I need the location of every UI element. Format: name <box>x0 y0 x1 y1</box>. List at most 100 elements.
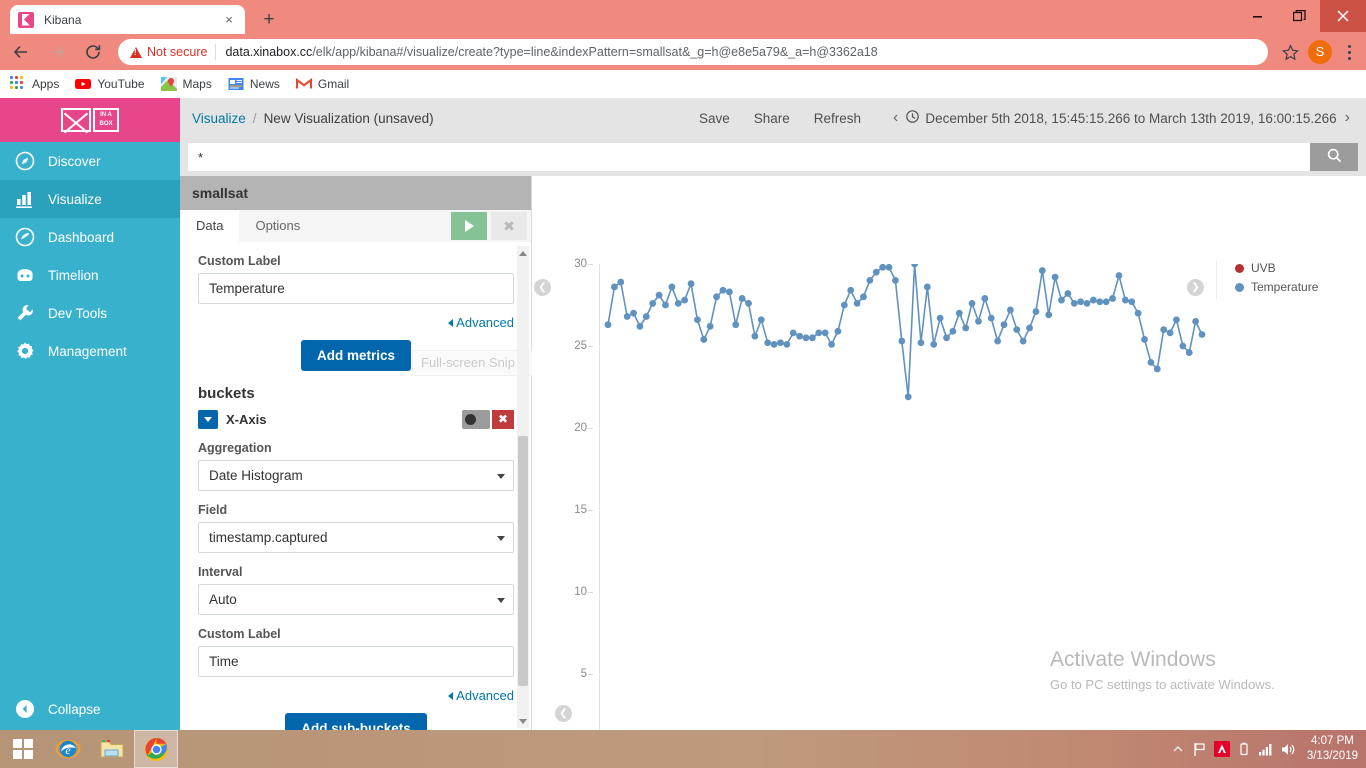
data-point[interactable] <box>1147 359 1155 366</box>
data-point[interactable] <box>713 293 720 301</box>
data-point[interactable] <box>649 299 657 307</box>
data-point[interactable] <box>687 280 695 288</box>
data-point[interactable] <box>879 264 887 271</box>
data-point[interactable] <box>1198 331 1206 338</box>
security-status[interactable]: Not secure <box>130 45 207 59</box>
data-point[interactable] <box>1109 295 1116 302</box>
data-point[interactable] <box>783 340 791 348</box>
data-point[interactable] <box>1038 267 1046 274</box>
interval-select[interactable]: Auto <box>198 584 514 615</box>
bookmark-news[interactable]: News <box>228 76 280 92</box>
sidebar-item-timelion[interactable]: Timelion <box>0 256 180 294</box>
refresh-button[interactable]: Refresh <box>814 111 861 126</box>
data-point[interactable] <box>872 268 880 276</box>
data-point[interactable] <box>847 286 855 294</box>
data-point[interactable] <box>725 288 733 296</box>
save-button[interactable]: Save <box>699 111 730 126</box>
action-center-flag-icon[interactable] <box>1189 730 1211 768</box>
data-point[interactable] <box>604 321 612 329</box>
data-point[interactable] <box>975 318 982 325</box>
apply-changes-button[interactable] <box>451 212 487 240</box>
data-point[interactable] <box>1192 318 1200 325</box>
data-point[interactable] <box>1121 296 1129 304</box>
data-point[interactable] <box>1166 329 1174 337</box>
bookmark-youtube[interactable]: YouTube <box>75 76 145 92</box>
chrome-menu-button[interactable] <box>1336 37 1362 67</box>
data-point[interactable] <box>694 316 701 324</box>
data-point[interactable] <box>630 309 637 317</box>
metric-custom-label-input[interactable] <box>198 273 514 304</box>
data-point[interactable] <box>1115 272 1123 279</box>
forward-button[interactable] <box>42 37 72 67</box>
data-point[interactable] <box>815 329 823 337</box>
data-point[interactable] <box>681 296 689 304</box>
data-point[interactable] <box>777 339 784 347</box>
data-point[interactable] <box>917 339 925 347</box>
data-point[interactable] <box>1083 299 1091 307</box>
time-next-button[interactable]: › <box>1337 109 1358 127</box>
data-point[interactable] <box>1019 337 1027 345</box>
data-point[interactable] <box>1045 311 1053 319</box>
aggregation-select[interactable]: Date Histogram <box>198 460 514 491</box>
volume-icon[interactable] <box>1277 730 1299 768</box>
data-point[interactable] <box>719 286 727 294</box>
data-point[interactable] <box>1000 321 1008 329</box>
bookmark-gmail[interactable]: Gmail <box>295 76 349 92</box>
data-point[interactable] <box>1102 298 1110 306</box>
data-point[interactable] <box>1026 324 1033 332</box>
show-hidden-icons-icon[interactable] <box>1167 730 1189 768</box>
data-point[interactable] <box>866 277 874 284</box>
bookmark-star-icon[interactable] <box>1276 39 1304 65</box>
maximize-restore-button[interactable] <box>1278 0 1320 32</box>
back-button[interactable] <box>6 37 36 67</box>
collapse-editor-chevron-icon[interactable]: ❮ <box>534 279 551 296</box>
data-point[interactable] <box>943 334 950 342</box>
metric-advanced-toggle[interactable]: Advanced <box>448 315 514 330</box>
scroll-up-icon[interactable] <box>518 247 528 259</box>
data-point[interactable] <box>636 322 644 330</box>
data-point[interactable] <box>1058 296 1065 304</box>
add-sub-buckets-button[interactable]: Add sub-buckets <box>285 713 427 730</box>
bucket-advanced-toggle[interactable]: Advanced <box>448 688 514 703</box>
minimize-button[interactable] <box>1236 0 1278 32</box>
chrome-icon[interactable] <box>134 730 178 768</box>
data-point[interactable] <box>1141 336 1148 343</box>
data-point[interactable] <box>623 313 631 320</box>
data-point[interactable] <box>1160 326 1168 333</box>
battery-icon[interactable] <box>1233 730 1255 768</box>
data-point[interactable] <box>770 340 778 348</box>
data-point[interactable] <box>655 291 663 299</box>
data-point[interactable] <box>764 339 772 347</box>
data-point[interactable] <box>745 299 752 307</box>
bucket-custom-label-input[interactable] <box>198 646 514 677</box>
data-point[interactable] <box>885 264 893 271</box>
data-point[interactable] <box>1134 309 1142 317</box>
add-metrics-button[interactable]: Add metrics <box>300 340 412 371</box>
bucket-disable-toggle[interactable] <box>462 410 490 429</box>
time-picker[interactable]: December 5th 2018, 15:45:15.266 to March… <box>906 110 1337 126</box>
data-point[interactable] <box>898 337 906 345</box>
close-window-button[interactable] <box>1320 0 1366 32</box>
data-point[interactable] <box>936 314 944 322</box>
data-point[interactable] <box>751 332 759 340</box>
data-point[interactable] <box>923 283 931 291</box>
data-point[interactable] <box>981 295 989 302</box>
data-point[interactable] <box>840 301 848 309</box>
data-point[interactable] <box>808 334 816 342</box>
data-point[interactable] <box>911 264 918 268</box>
data-point[interactable] <box>1153 365 1161 373</box>
data-point[interactable] <box>949 327 957 335</box>
data-point[interactable] <box>994 337 1002 345</box>
data-point[interactable] <box>892 277 899 284</box>
data-point[interactable] <box>642 313 650 320</box>
close-icon[interactable]: × <box>221 12 237 28</box>
internet-explorer-icon[interactable]: e <box>46 730 90 768</box>
data-point[interactable] <box>821 329 829 337</box>
data-point[interactable] <box>802 334 810 342</box>
data-point[interactable] <box>796 332 804 340</box>
data-point[interactable] <box>1013 326 1021 333</box>
scroll-down-icon[interactable] <box>518 715 528 727</box>
chevron-down-icon[interactable] <box>198 410 218 429</box>
breadcrumb-visualize[interactable]: Visualize <box>192 111 246 126</box>
collapse-legend-chevron-icon[interactable]: ❯ <box>1187 279 1204 296</box>
